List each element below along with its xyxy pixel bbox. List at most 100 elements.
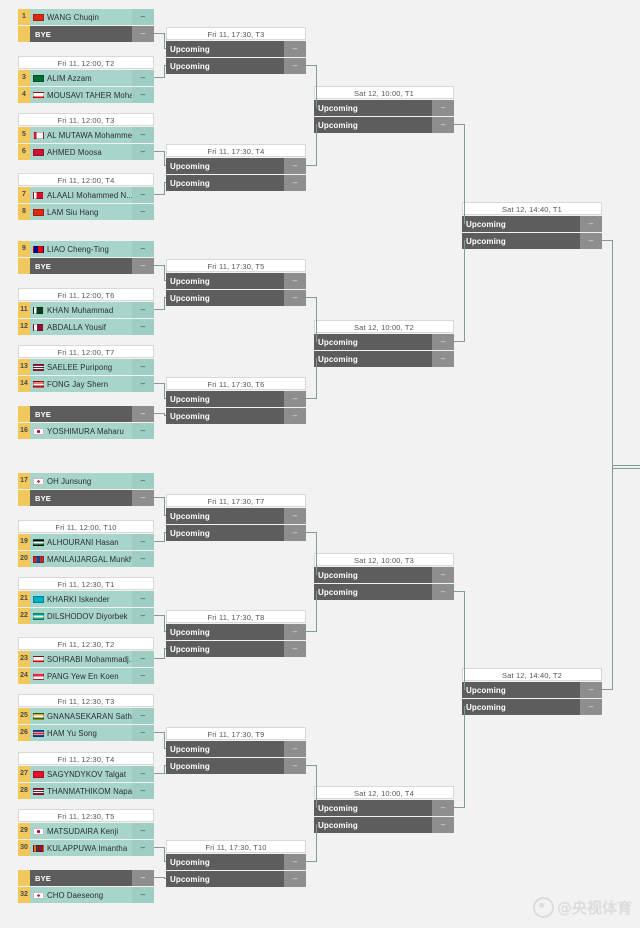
player-name-text: MANLAIJARGAL Munkh...	[47, 554, 132, 564]
player-row[interactable]: 21 KHARKI Iskender –	[18, 591, 154, 607]
match-box[interactable]: Fri 11, 17:30, T8 Upcoming – Upcoming –	[166, 610, 306, 657]
flag-icon-om	[33, 131, 44, 139]
bye-row[interactable]: BYE –	[18, 26, 154, 42]
bye-row[interactable]: BYE –	[18, 870, 154, 886]
placeholder-row[interactable]: Upcoming –	[166, 641, 306, 657]
placeholder-row[interactable]: Upcoming –	[166, 854, 306, 870]
placeholder-row[interactable]: Upcoming –	[166, 624, 306, 640]
placeholder-row[interactable]: Upcoming –	[166, 525, 306, 541]
bracket-connector	[164, 65, 165, 78]
player-row[interactable]: 3 ALIM Azzam –	[18, 70, 154, 86]
placeholder-row[interactable]: Upcoming –	[166, 273, 306, 289]
player-row[interactable]: 24 PANG Yew En Koen –	[18, 668, 154, 684]
match-box[interactable]: Fri 11, 17:30, T3 Upcoming – Upcoming –	[166, 27, 306, 74]
player-row[interactable]: 14 FONG Jay Shern –	[18, 376, 154, 392]
player-row[interactable]: 7 ALAALI Mohammed N... –	[18, 187, 154, 203]
placeholder-row[interactable]: Upcoming –	[166, 175, 306, 191]
bye-row[interactable]: BYE –	[18, 490, 154, 506]
match-box[interactable]: 17 OH Junsung – BYE –	[18, 472, 154, 506]
player-row[interactable]: 5 AL MUTAWA Mohammed –	[18, 127, 154, 143]
bracket-connector	[164, 48, 166, 49]
player-row[interactable]: 25 GNANASEKARAN Sathiy...–	[18, 708, 154, 724]
player-row[interactable]: 6 AHMED Moosa –	[18, 144, 154, 160]
score-cell: –	[132, 406, 154, 422]
match-box[interactable]: Fri 11, 17:30, T6 Upcoming – Upcoming –	[166, 377, 306, 424]
match-box[interactable]: Sat 12, 10:00, T2 Upcoming – Upcoming –	[314, 320, 454, 367]
match-box[interactable]: Fri 11, 17:30, T10 Upcoming – Upcoming –	[166, 840, 306, 887]
match-box[interactable]: Fri 11, 12:30, T2 23 SOHRABI Mohammadj... –…	[18, 637, 154, 684]
match-box[interactable]: Fri 11, 12:30, T5 29 MATSUDAIRA Kenji – 30 KU…	[18, 809, 154, 856]
match-box[interactable]: Fri 11, 12:00, T10 19 ALHOURANI Hasan – 20 MA…	[18, 520, 154, 567]
player-row[interactable]: 26 HAM Yu Song –	[18, 725, 154, 741]
placeholder-row[interactable]: Upcoming –	[166, 408, 306, 424]
match-box[interactable]: BYE – 32 CHO Daeseong –	[18, 869, 154, 903]
player-row[interactable]: 19 ALHOURANI Hasan –	[18, 534, 154, 550]
placeholder-row[interactable]: Upcoming –	[462, 233, 602, 249]
player-row[interactable]: 29 MATSUDAIRA Kenji –	[18, 823, 154, 839]
placeholder-row[interactable]: Upcoming –	[166, 741, 306, 757]
player-row[interactable]: 9 LIAO Cheng-Ting –	[18, 241, 154, 257]
bye-row[interactable]: BYE –	[18, 406, 154, 422]
match-box[interactable]: Sat 12, 10:00, T4 Upcoming – Upcoming –	[314, 786, 454, 833]
player-row[interactable]: 22 DILSHODOV Diyorbek –	[18, 608, 154, 624]
match-schedule-label: Fri 11, 17:30, T3	[166, 27, 306, 40]
player-row[interactable]: 20 MANLAIJARGAL Munkh... –	[18, 551, 154, 567]
seed-number	[18, 26, 30, 42]
placeholder-row[interactable]: Upcoming –	[462, 216, 602, 232]
placeholder-row[interactable]: Upcoming –	[314, 567, 454, 583]
placeholder-row[interactable]: Upcoming –	[314, 334, 454, 350]
player-row[interactable]: 1 WANG Chuqin –	[18, 9, 154, 25]
bracket-connector	[154, 33, 164, 34]
player-row[interactable]: 17 OH Junsung –	[18, 473, 154, 489]
match-box[interactable]: Fri 11, 12:00, T7 13 SAELEE Puripong – 14 FON…	[18, 345, 154, 392]
placeholder-row[interactable]: Upcoming –	[166, 871, 306, 887]
match-box[interactable]: Sat 12, 10:00, T1 Upcoming – Upcoming –	[314, 86, 454, 133]
match-box[interactable]: 9 LIAO Cheng-Ting – BYE –	[18, 240, 154, 274]
match-box[interactable]: Fri 11, 12:30, T325 GNANASEKARAN Sathiy..…	[18, 694, 154, 741]
match-box[interactable]: Sat 12, 14:40, T1 Upcoming – Upcoming –	[462, 202, 602, 249]
player-row[interactable]: 13 SAELEE Puripong –	[18, 359, 154, 375]
match-box[interactable]: Fri 11, 12:30, T4 27 SAGYNDYKOV Talgat – 28 T…	[18, 752, 154, 799]
match-box[interactable]: Sat 12, 14:40, T2 Upcoming – Upcoming –	[462, 668, 602, 715]
player-row[interactable]: 4 MOUSAVI TAHER Moha... –	[18, 87, 154, 103]
match-box[interactable]: Fri 11, 17:30, T4 Upcoming – Upcoming –	[166, 144, 306, 191]
player-row[interactable]: 12 ABDALLA Yousif –	[18, 319, 154, 335]
placeholder-row[interactable]: Upcoming –	[462, 699, 602, 715]
placeholder-row[interactable]: Upcoming –	[166, 758, 306, 774]
placeholder-row[interactable]: Upcoming –	[314, 584, 454, 600]
match-box[interactable]: Fri 11, 17:30, T9 Upcoming – Upcoming –	[166, 727, 306, 774]
placeholder-row[interactable]: Upcoming –	[314, 117, 454, 133]
player-row[interactable]: 30 KULAPPUWA Imantha –	[18, 840, 154, 856]
player-row[interactable]: 23 SOHRABI Mohammadj... –	[18, 651, 154, 667]
bracket-connector	[306, 165, 316, 166]
match-box[interactable]: Fri 11, 12:00, T4 7 ALAALI Mohammed N... –8…	[18, 173, 154, 220]
placeholder-row[interactable]: Upcoming –	[166, 58, 306, 74]
placeholder-row[interactable]: Upcoming –	[314, 817, 454, 833]
placeholder-row[interactable]: Upcoming –	[314, 100, 454, 116]
player-row[interactable]: 8 LAM Siu Hang –	[18, 204, 154, 220]
player-row[interactable]: 28 THANMATHIKOM Napat –	[18, 783, 154, 799]
match-box[interactable]: 1 WANG Chuqin – BYE –	[18, 8, 154, 42]
player-row[interactable]: 11 KHAN Muhammad –	[18, 302, 154, 318]
placeholder-row[interactable]: Upcoming –	[166, 508, 306, 524]
match-box[interactable]: Sat 12, 10:00, T3 Upcoming – Upcoming –	[314, 553, 454, 600]
player-row[interactable]: 16 YOSHIMURA Maharu –	[18, 423, 154, 439]
match-box[interactable]: Fri 11, 12:00, T3 5 AL MUTAWA Mohammed – 6 AH…	[18, 113, 154, 160]
player-row[interactable]: 32 CHO Daeseong –	[18, 887, 154, 903]
match-box[interactable]: Fri 11, 17:30, T7 Upcoming – Upcoming –	[166, 494, 306, 541]
player-row[interactable]: 27 SAGYNDYKOV Talgat –	[18, 766, 154, 782]
match-box[interactable]: Fri 11, 12:00, T6 11 KHAN Muhammad – 12 ABDAL…	[18, 288, 154, 335]
placeholder-row[interactable]: Upcoming –	[314, 800, 454, 816]
match-box[interactable]: Fri 11, 12:00, T2 3 ALIM Azzam – 4 MOUSAVI TA…	[18, 56, 154, 103]
match-box[interactable]: Fri 11, 12:30, T1 21 KHARKI Iskender – 22 DIL…	[18, 577, 154, 624]
placeholder-row[interactable]: Upcoming –	[166, 290, 306, 306]
score-cell: –	[432, 584, 454, 600]
placeholder-row[interactable]: Upcoming –	[462, 682, 602, 698]
placeholder-row[interactable]: Upcoming –	[166, 391, 306, 407]
match-box[interactable]: Fri 11, 17:30, T5 Upcoming – Upcoming –	[166, 259, 306, 306]
bye-row[interactable]: BYE –	[18, 258, 154, 274]
placeholder-row[interactable]: Upcoming –	[314, 351, 454, 367]
match-box[interactable]: BYE – 16 YOSHIMURA Maharu –	[18, 405, 154, 439]
placeholder-row[interactable]: Upcoming –	[166, 41, 306, 57]
placeholder-row[interactable]: Upcoming –	[166, 158, 306, 174]
